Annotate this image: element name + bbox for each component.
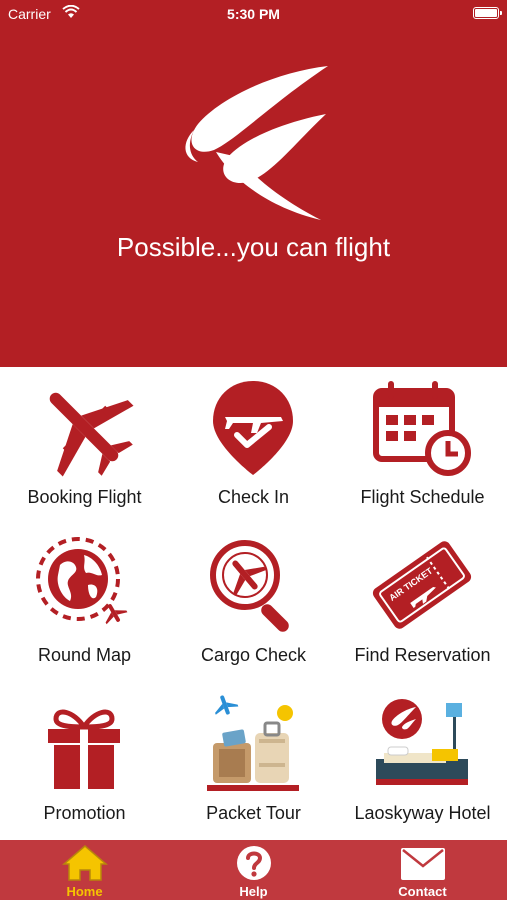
menu-round-map[interactable]: Round Map — [0, 525, 169, 683]
menu-check-in[interactable]: Check In — [169, 367, 338, 525]
air-ticket-icon: AIR TICKET — [372, 541, 472, 629]
menu-booking-flight[interactable]: Booking Flight — [0, 367, 169, 525]
menu-label: Laoskyway Hotel — [354, 803, 491, 823]
menu-laoskyway-hotel[interactable]: Laoskyway Hotel — [338, 683, 507, 841]
menu-flight-schedule[interactable]: Flight Schedule — [338, 367, 507, 525]
tab-label: Help — [239, 884, 268, 899]
tab-label: Home — [66, 884, 103, 899]
tab-help[interactable]: Help — [169, 840, 338, 900]
menu-label: Round Map — [37, 645, 132, 665]
tab-bar: Home Help Contact — [0, 840, 507, 900]
menu-label: Promotion — [43, 803, 126, 823]
clock: 5:30 PM — [227, 6, 280, 22]
menu-cargo-check[interactable]: Cargo Check — [169, 525, 338, 683]
home-icon — [62, 845, 108, 881]
menu-promotion[interactable]: Promotion — [0, 683, 169, 841]
menu-label: Booking Flight — [27, 487, 142, 507]
hero-banner: Carrier 5:30 PM Possible...you can fligh… — [0, 0, 507, 367]
globe-icon — [36, 537, 128, 625]
status-bar: Carrier 5:30 PM — [0, 0, 507, 28]
magnifier-plane-icon — [210, 540, 289, 632]
menu-label: Flight Schedule — [360, 487, 485, 507]
menu-find-reservation[interactable]: AIR TICKET Find Reservation — [338, 525, 507, 683]
tab-home[interactable]: Home — [0, 840, 169, 900]
battery-icon — [473, 7, 502, 19]
menu-label: Find Reservation — [354, 645, 491, 665]
airline-logo — [185, 66, 328, 220]
menu-grid: Booking Flight Check In Flight Schedule — [0, 367, 507, 840]
tab-contact[interactable]: Contact — [338, 840, 507, 900]
luggage-tour-icon — [207, 695, 299, 791]
tagline: Possible...you can flight — [116, 232, 391, 262]
menu-label: Cargo Check — [200, 645, 307, 665]
menu-packet-tour[interactable]: Packet Tour — [169, 683, 338, 841]
menu-label: Check In — [217, 487, 290, 507]
menu-label: Packet Tour — [206, 803, 301, 823]
calendar-clock-icon — [373, 381, 471, 476]
hotel-bed-icon — [376, 699, 468, 785]
tab-label: Contact — [398, 884, 447, 899]
airplane-icon — [49, 392, 134, 477]
envelope-icon — [401, 848, 445, 880]
check-in-pin-icon — [213, 381, 293, 475]
gift-icon — [48, 709, 120, 789]
help-icon — [237, 846, 271, 880]
